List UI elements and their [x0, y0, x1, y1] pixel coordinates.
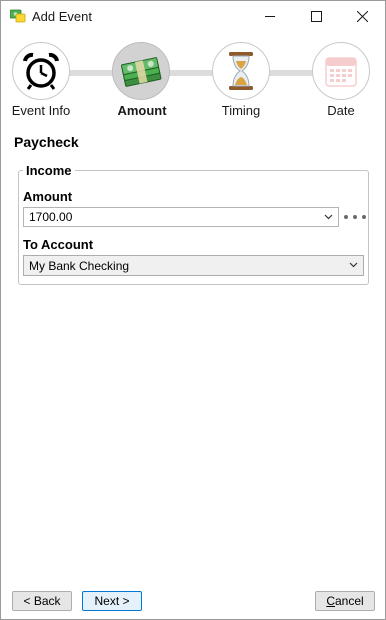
cancel-label-rest: ancel — [334, 594, 364, 608]
hourglass-icon — [229, 52, 253, 90]
amount-combobox[interactable]: 1700.00 — [23, 207, 339, 227]
chevron-down-icon — [324, 214, 333, 220]
window-title: Add Event — [32, 9, 92, 24]
page-title: Paycheck — [14, 134, 79, 150]
maximize-icon — [310, 11, 322, 22]
chevron-down-icon — [349, 262, 358, 268]
close-button[interactable] — [339, 1, 385, 32]
cancel-button[interactable]: Cancel — [315, 591, 375, 611]
step-label-timing: Timing — [221, 103, 261, 118]
to-account-select[interactable]: My Bank Checking — [23, 255, 364, 276]
app-icon — [10, 9, 26, 23]
step-label-event-info: Event Info — [11, 103, 71, 118]
more-dot — [353, 215, 357, 219]
step-date[interactable] — [312, 42, 370, 100]
step-label-date: Date — [327, 103, 355, 118]
maximize-button[interactable] — [293, 1, 339, 32]
wizard-progress-track — [41, 70, 341, 76]
step-event-info[interactable] — [12, 42, 70, 100]
cancel-access-key: C — [326, 594, 335, 608]
back-button[interactable]: < Back — [12, 591, 72, 611]
amount-value: 1700.00 — [29, 210, 73, 224]
money-stack-icon — [121, 57, 162, 87]
minimize-button[interactable] — [247, 1, 293, 32]
step-timing[interactable] — [212, 42, 270, 100]
amount-more-options-button[interactable] — [344, 210, 366, 224]
add-event-window: Add Event Event Info Amount Timing Date … — [0, 0, 386, 620]
more-dots-icon — [344, 215, 348, 219]
next-button[interactable]: Next > — [82, 591, 142, 611]
step-amount[interactable] — [112, 42, 170, 100]
income-group-legend: Income — [23, 163, 75, 178]
to-account-value: My Bank Checking — [29, 258, 130, 273]
alarm-clock-icon — [23, 52, 59, 90]
minimize-icon — [264, 16, 275, 17]
title-bar[interactable]: Add Event — [1, 1, 385, 32]
step-label-amount: Amount — [117, 103, 167, 118]
amount-label: Amount — [23, 189, 73, 204]
close-icon — [356, 11, 368, 22]
more-dot — [362, 215, 366, 219]
calendar-icon — [325, 57, 357, 87]
to-account-label: To Account — [23, 237, 94, 252]
